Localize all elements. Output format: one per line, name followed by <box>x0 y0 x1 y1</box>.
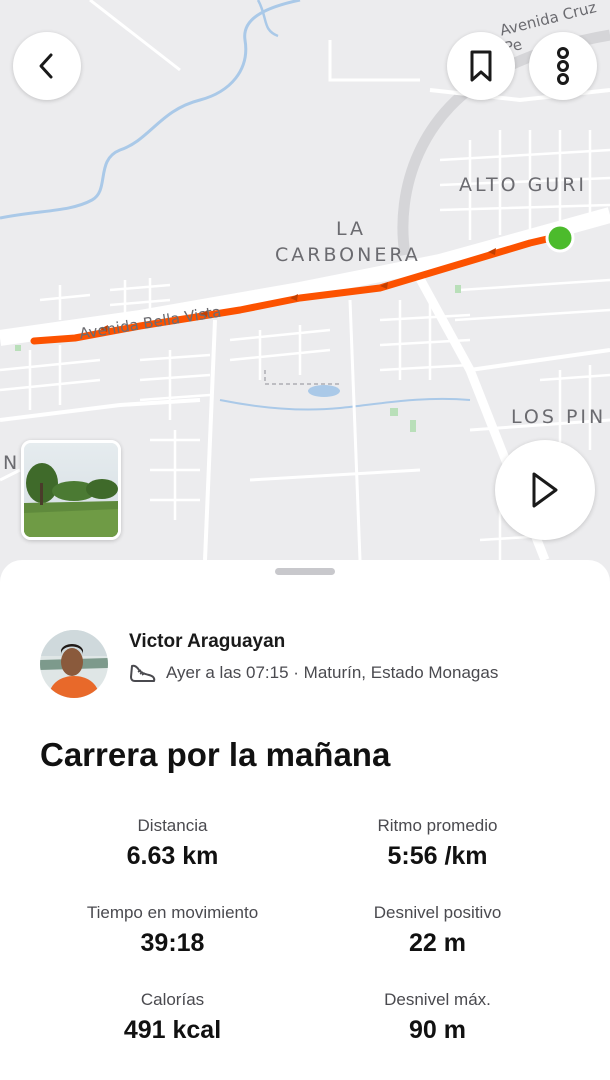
stat-label: Ritmo promedio <box>377 816 498 835</box>
area-label-la: LA <box>336 218 367 240</box>
sheet-drag-handle[interactable] <box>275 568 335 575</box>
athlete-row: Victor Araguayan Ayer a las 07:15 · Matu… <box>40 630 580 698</box>
stat-label: Tiempo en movimiento <box>86 903 259 922</box>
activity-photo-thumbnail[interactable] <box>21 440 121 540</box>
bookmark-button[interactable] <box>447 32 515 100</box>
stat-value: 39:18 <box>140 929 205 957</box>
stat-value: 6.63 km <box>126 842 219 870</box>
running-shoe-icon <box>130 664 156 682</box>
avatar[interactable] <box>40 630 108 698</box>
activity-meta: Ayer a las 07:15 · Maturín, Estado Monag… <box>129 662 498 684</box>
stat-value: 5:56 /km <box>387 842 488 870</box>
area-label-los-pinos: LOS PIN <box>511 406 607 428</box>
stat-label: Calorías <box>140 990 205 1009</box>
stat-distance: Distancia 6.63 km <box>40 816 305 871</box>
stat-avg-pace: Ritmo promedio 5:56 /km <box>305 816 570 871</box>
chevron-left-icon <box>39 53 53 79</box>
back-button[interactable] <box>13 32 81 100</box>
activity-title: Carrera por la mañana <box>40 736 391 773</box>
stat-value: 22 m <box>409 929 466 957</box>
more-vertical-icon <box>557 47 569 85</box>
stat-elevation-gain: Desnivel positivo 22 m <box>305 903 570 958</box>
bookmark-icon <box>470 50 492 82</box>
photo-image <box>24 443 118 537</box>
stat-label: Desnivel positivo <box>373 903 502 922</box>
stat-value: 491 kcal <box>123 1016 222 1044</box>
area-label-left-edge: N <box>3 452 21 474</box>
stat-moving-time: Tiempo en movimiento 39:18 <box>40 903 305 958</box>
avatar-image <box>40 630 108 698</box>
stat-label: Distancia <box>137 816 208 835</box>
activity-meta-text: Ayer a las 07:15 · Maturín, Estado Monag… <box>166 663 499 682</box>
stat-max-elevation: Desnivel máx. 90 m <box>305 990 570 1045</box>
athlete-name[interactable]: Victor Araguayan <box>129 631 285 653</box>
area-label-carbonera: CARBONERA <box>275 244 421 266</box>
stat-value: 90 m <box>409 1016 466 1044</box>
route-end-marker <box>545 223 575 253</box>
route-map[interactable]: Avenida Cruz Pe ALTO GURI LA CARBONERA A… <box>0 0 610 600</box>
play-flyover-button[interactable] <box>495 440 595 540</box>
stat-label: Desnivel máx. <box>384 990 491 1009</box>
activity-sheet: Victor Araguayan Ayer a las 07:15 · Matu… <box>0 560 610 1080</box>
more-options-button[interactable] <box>529 32 597 100</box>
area-label-alto-guri: ALTO GURI <box>459 174 588 196</box>
stat-calories: Calorías 491 kcal <box>40 990 305 1045</box>
play-icon <box>532 472 558 508</box>
